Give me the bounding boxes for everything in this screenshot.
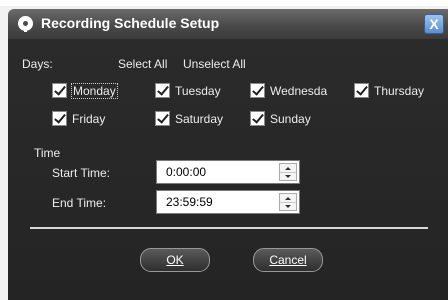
cancel-button-label: Cancel [269,253,307,267]
checkbox-label: Saturday [175,111,224,126]
time-section-label: Time [34,146,61,160]
checkbox-checked-icon[interactable] [155,111,170,126]
close-button[interactable]: X [424,14,444,34]
end-time-input[interactable]: 23:59:59 [156,190,300,214]
checkbox-label: Thursday [374,83,425,98]
checkbox-checked-icon[interactable] [354,83,369,98]
separator-line [30,227,428,229]
checkbox-wednesday[interactable]: Wednesda [250,83,327,98]
checkbox-checked-icon[interactable] [155,83,170,98]
checkbox-label: Monday [71,82,118,99]
checkbox-label: Friday [72,111,106,126]
checkbox-label: Wednesda [270,83,328,98]
ok-button-label: OK [166,253,184,267]
checkbox-saturday[interactable]: Saturday [155,111,223,126]
days-label: Days: [22,57,53,71]
start-time-value[interactable]: 0:00:00 [166,165,206,179]
spin-down-icon[interactable] [280,202,296,210]
checkbox-friday[interactable]: Friday [52,111,105,126]
spin-down-icon[interactable] [280,172,296,180]
checkbox-sunday[interactable]: Sunday [250,111,311,126]
cancel-button[interactable]: Cancel [253,248,323,272]
checkbox-thursday[interactable]: Thursday [354,83,424,98]
dialog-body: Days: Select All Unselect All Monday Tue… [8,39,448,300]
end-time-spinner[interactable] [279,193,297,211]
end-time-value[interactable]: 23:59:59 [166,195,213,209]
window-title: Recording Schedule Setup [41,15,220,31]
title-bar: Recording Schedule Setup X [8,9,448,39]
checkbox-label: Sunday [270,111,311,126]
start-time-label: Start Time: [52,166,111,180]
checkbox-checked-icon[interactable] [52,83,67,98]
ok-button[interactable]: OK [140,248,210,272]
select-all-link[interactable]: Select All [118,57,167,71]
recording-schedule-dialog: Recording Schedule Setup X Days: Select … [0,0,448,300]
start-time-spinner[interactable] [279,163,297,181]
checkbox-monday[interactable]: Monday [52,82,118,99]
checkbox-checked-icon[interactable] [250,83,265,98]
checkbox-label: Tuesday [175,83,221,98]
start-time-input[interactable]: 0:00:00 [156,160,300,184]
info-icon [18,16,33,32]
checkbox-checked-icon[interactable] [52,111,67,126]
end-time-label: End Time: [52,196,107,210]
checkbox-checked-icon[interactable] [250,111,265,126]
checkbox-tuesday[interactable]: Tuesday [155,83,221,98]
unselect-all-link[interactable]: Unselect All [183,57,246,71]
